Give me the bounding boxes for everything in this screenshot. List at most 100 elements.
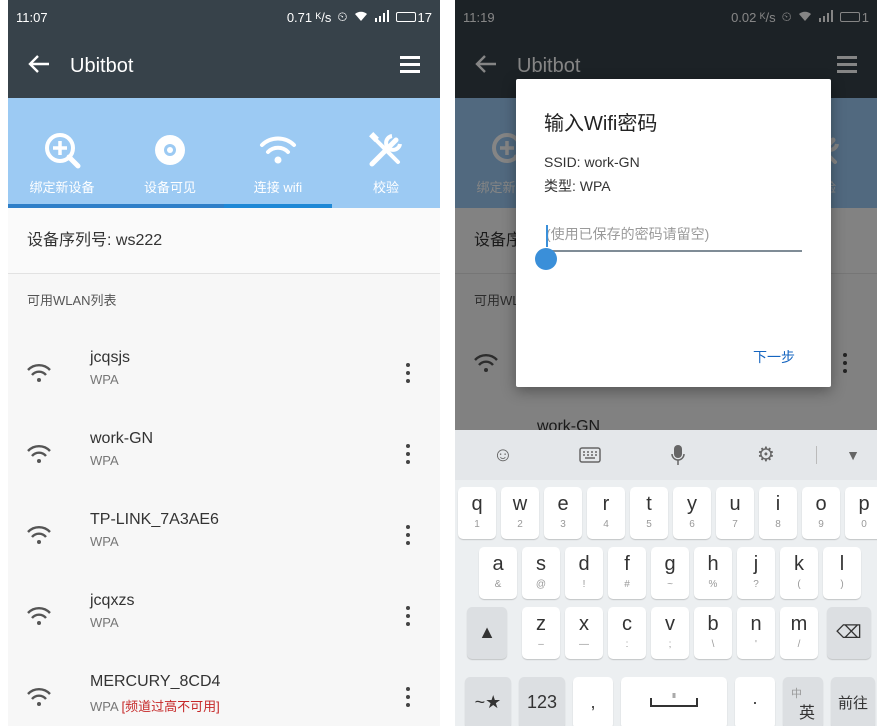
device-serial: 设备序列号: ws222 <box>8 208 440 274</box>
wifi-list-item[interactable]: jcqxzs WPA <box>8 579 440 659</box>
wifi-security-type: WPA <box>90 699 122 714</box>
key-k[interactable]: k( <box>780 547 818 599</box>
target-icon <box>155 135 185 165</box>
key-h[interactable]: h% <box>694 547 732 599</box>
tab-connect-wifi[interactable]: 连接 wifi <box>224 98 332 208</box>
key-secondary: # <box>624 579 630 590</box>
wifi-list-item[interactable]: work-GN WPA <box>8 417 440 497</box>
key-secondary: 2 <box>517 519 523 530</box>
keyboard-toolbar: ☺ ⚙ ▼ <box>455 430 877 480</box>
wlan-list-header: 可用WLAN列表 <box>27 293 117 308</box>
more-options-icon[interactable] <box>396 682 420 712</box>
key-y[interactable]: y6 <box>673 487 711 539</box>
key-secondary: % <box>708 579 718 590</box>
dialog-ssid: SSID: work-GN <box>544 154 640 170</box>
period-key[interactable]: · <box>735 677 775 726</box>
tab-label: 绑定新设备 <box>29 180 95 195</box>
key-secondary: : <box>625 639 629 650</box>
key-v[interactable]: v; <box>651 607 689 659</box>
wifi-password-dialog: 输入Wifi密码 SSID: work-GN 类型: WPA 下一步 <box>516 79 831 387</box>
menu-icon[interactable] <box>400 56 420 74</box>
key-s[interactable]: s @ <box>522 547 560 599</box>
key-j[interactable]: j? <box>737 547 775 599</box>
tab-device-visible[interactable]: 设备可见 <box>116 98 224 208</box>
key-letter: h <box>707 553 719 575</box>
key-letter: d <box>578 553 590 575</box>
key-f[interactable]: f # <box>608 547 646 599</box>
comma-key[interactable]: , <box>573 677 613 726</box>
key-t[interactable]: t5 <box>630 487 668 539</box>
key-letter: w <box>512 493 528 515</box>
key-w[interactable]: w2 <box>501 487 539 539</box>
key-l[interactable]: l) <box>823 547 861 599</box>
key-r[interactable]: r4 <box>587 487 625 539</box>
key-letter: s <box>536 553 546 575</box>
next-button[interactable]: 下一步 <box>753 347 795 367</box>
key-g[interactable]: g ~ <box>651 547 689 599</box>
key-secondary: 6 <box>689 519 695 530</box>
symbols-key[interactable]: ~★ <box>465 677 511 726</box>
tab-bind-device[interactable]: 绑定新设备 <box>8 98 116 208</box>
toolbar-divider <box>816 446 817 464</box>
microphone-icon[interactable] <box>665 442 691 468</box>
key-b[interactable]: b \ <box>694 607 732 659</box>
more-options-icon[interactable] <box>396 439 420 469</box>
key-o[interactable]: o9 <box>802 487 840 539</box>
cursor-handle[interactable] <box>535 248 557 270</box>
wifi-signal-icon <box>27 364 51 382</box>
key-m[interactable]: m / <box>780 607 818 659</box>
key-i[interactable]: i8 <box>759 487 797 539</box>
wifi-ssid: MERCURY_8CD4 <box>90 673 221 690</box>
more-options-icon[interactable] <box>396 358 420 388</box>
key-e[interactable]: e3 <box>544 487 582 539</box>
wifi-icon <box>260 136 296 164</box>
wifi-ssid: jcqxzs <box>90 592 135 609</box>
keyboard-layout-icon[interactable] <box>577 442 603 468</box>
status-time: 11:07 <box>16 9 48 25</box>
emoji-icon[interactable]: ☺ <box>490 442 516 468</box>
key-secondary: ) <box>840 579 844 590</box>
alarm-icon: ⏲ <box>337 9 348 24</box>
space-key[interactable] <box>621 677 727 726</box>
go-key[interactable]: 前往 <box>831 677 875 726</box>
key-c[interactable]: c: <box>608 607 646 659</box>
right-phone-screen: 11:19 0.02 ᴷ/s ⏲ 1 Ubitbot 绑定新设备 work-GN… <box>455 0 877 726</box>
left-phone-screen: 11:07 0.71 ᴷ/s ⏲ 17 Ubitbot 绑定新设备 设备可见 连… <box>8 0 440 726</box>
key-letter: g <box>664 553 676 575</box>
more-options-icon[interactable] <box>396 520 420 550</box>
collapse-keyboard-icon[interactable]: ▼ <box>840 442 866 468</box>
tab-calibrate[interactable]: 校验 <box>332 98 440 208</box>
more-options-icon[interactable] <box>396 601 420 631</box>
numbers-key[interactable]: 123 <box>519 677 565 726</box>
tab-label: 校验 <box>372 180 399 195</box>
key-d[interactable]: d! <box>565 547 603 599</box>
key-secondary: 8 <box>775 519 781 530</box>
wifi-list-item[interactable]: MERCURY_8CD4 WPA [频道过高不可用] <box>8 660 440 726</box>
key-secondary: 5 <box>646 519 652 530</box>
backspace-key[interactable]: ⌫ <box>827 607 871 659</box>
dialog-title: 输入Wifi密码 <box>544 113 658 135</box>
password-input[interactable] <box>546 218 802 252</box>
key-p[interactable]: p0 <box>845 487 877 539</box>
back-arrow-icon[interactable] <box>28 54 50 79</box>
wifi-list-item[interactable]: jcqsjs WPA <box>8 336 440 416</box>
key-n[interactable]: n ' <box>737 607 775 659</box>
key-a[interactable]: a & <box>479 547 517 599</box>
settings-gear-icon[interactable]: ⚙ <box>753 442 779 468</box>
key-secondary: ? <box>753 579 759 590</box>
shift-key[interactable]: ▲ <box>467 607 507 659</box>
key-u[interactable]: u7 <box>716 487 754 539</box>
key-letter: r <box>602 493 610 515</box>
key-letter: e <box>557 493 569 515</box>
key-x[interactable]: x — <box>565 607 603 659</box>
wifi-signal-icon <box>27 607 51 625</box>
app-title: Ubitbot <box>70 54 134 77</box>
key-letter: f <box>624 553 630 575</box>
key-z[interactable]: z – <box>522 607 560 659</box>
key-q[interactable]: q1 <box>458 487 496 539</box>
wifi-list-item[interactable]: TP-LINK_7A3AE6 WPA <box>8 498 440 578</box>
key-letter: j <box>753 553 759 575</box>
wifi-ssid: jcqsjs <box>90 349 131 366</box>
language-switch-key[interactable]: 中 英 <box>783 677 823 726</box>
key-letter: l <box>839 553 845 575</box>
